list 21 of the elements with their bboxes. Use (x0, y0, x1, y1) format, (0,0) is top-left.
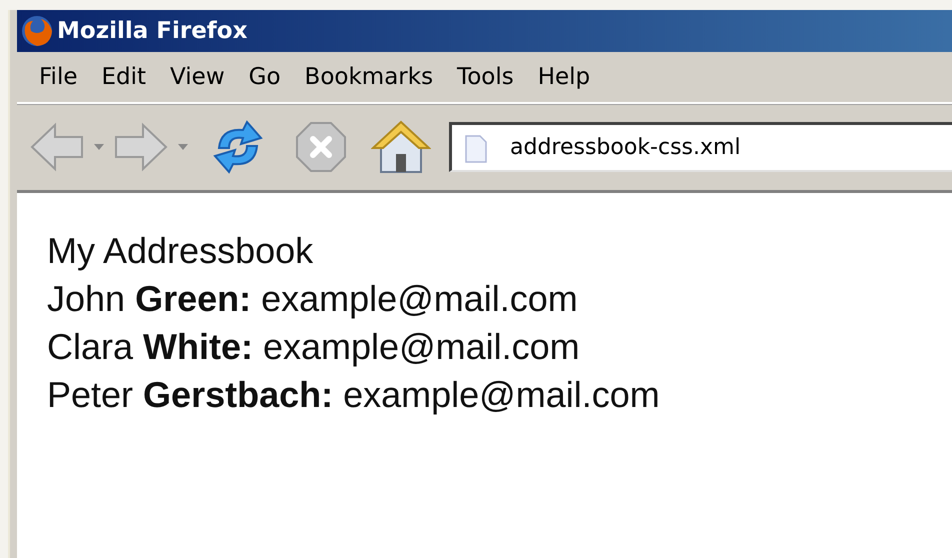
menu-item[interactable]: Tools (445, 64, 526, 90)
menu-item[interactable]: File (27, 64, 90, 90)
menu-item[interactable]: Edit (90, 64, 158, 90)
forward-arrow-icon[interactable] (113, 122, 169, 172)
back-arrow-icon[interactable] (29, 122, 85, 172)
firefox-logo-icon (19, 13, 55, 49)
window-title: Mozilla Firefox (57, 18, 248, 44)
stop-icon[interactable] (295, 121, 347, 173)
dropdown-caret-icon[interactable] (93, 143, 105, 151)
contact-entry: John Green: example@mail.com (47, 277, 579, 321)
dropdown-caret-icon[interactable] (177, 143, 189, 151)
contact-entry: Clara White: example@mail.com (47, 325, 581, 369)
home-icon[interactable] (371, 118, 431, 176)
menu-item[interactable]: Help (526, 64, 602, 90)
menu-item[interactable]: Go (236, 64, 293, 90)
reload-icon[interactable] (211, 120, 265, 174)
address-field[interactable]: addressbook-css.xml (449, 122, 952, 172)
page-heading: My Addressbook (47, 229, 314, 273)
menu-item[interactable]: View (158, 64, 237, 90)
menu-item[interactable]: Bookmarks (292, 64, 446, 90)
contact-entry: Peter Gerstbach: example@mail.com (47, 373, 661, 417)
